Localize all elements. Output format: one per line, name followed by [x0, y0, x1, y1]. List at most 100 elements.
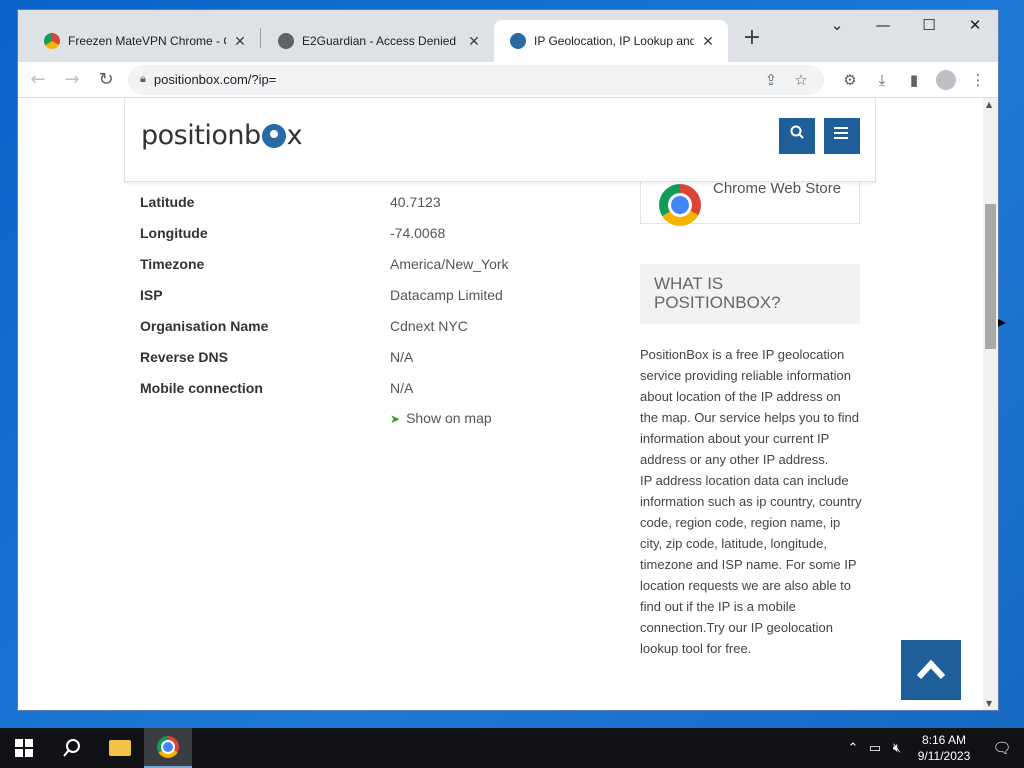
menu-kebab-icon[interactable]: ⋮ [962, 71, 994, 89]
what-is-heading-box: WHAT IS POSITIONBOX? [640, 264, 860, 324]
network-icon[interactable]: ▭ [864, 740, 886, 756]
site-header: positionb x [124, 98, 876, 182]
row-label: Reverse DNS [140, 349, 228, 365]
table-row: Latitude 40.7123 [140, 194, 560, 225]
close-tab-icon[interactable]: ✕ [232, 33, 248, 50]
share-icon[interactable]: ⇪ [756, 71, 786, 89]
table-row: Organisation Name Cdnext NYC [140, 318, 560, 349]
table-row: ISP Datacamp Limited [140, 287, 560, 318]
minimize-button[interactable]: — [860, 10, 906, 42]
url-text[interactable]: positionbox.com/?ip= [154, 72, 277, 87]
location-arrow-icon: ➤ [390, 412, 401, 426]
profile-avatar-icon[interactable] [936, 69, 956, 90]
search-taskbar-button[interactable] [48, 728, 96, 768]
logo-text-left: positionb [141, 120, 261, 151]
web-page: positionb x Latitude 40.7123 Longitude -7… [18, 98, 983, 710]
side-panel-icon[interactable]: ▮ [898, 71, 930, 89]
row-value: N/A [390, 349, 414, 365]
search-button[interactable] [779, 118, 815, 154]
browser-window: Freezen MateVPN Chrome - Chr ✕ E2Guardia… [18, 10, 998, 710]
address-bar[interactable]: 🔒︎ positionbox.com/?ip= ⇪ ☆ [128, 64, 824, 95]
download-icon[interactable]: ⤓ [866, 71, 898, 89]
chrome-taskbar-button[interactable] [144, 728, 192, 768]
row-value: -74.0068 [390, 225, 446, 241]
chevron-up-icon[interactable]: ⌃ [842, 740, 864, 756]
page-scrollbar[interactable]: ▲ ▼ [983, 98, 998, 710]
show-on-map-label[interactable]: Show on map [406, 410, 492, 426]
row-value: 40.7123 [390, 194, 441, 210]
row-label: Organisation Name [140, 318, 269, 334]
scroll-up-arrow-icon[interactable]: ▲ [986, 100, 992, 109]
table-row: Timezone America/New_York [140, 256, 560, 287]
scrollbar-thumb[interactable] [985, 204, 996, 349]
start-button[interactable] [0, 728, 48, 768]
hamburger-icon [834, 127, 848, 139]
tab-title: Freezen MateVPN Chrome - Chr [68, 34, 226, 48]
scroll-down-arrow-icon[interactable]: ▼ [986, 699, 992, 708]
tab-search-chevron-icon[interactable]: ⌄ [814, 10, 860, 42]
clock[interactable]: 8:16 AM 9/11/2023 [908, 732, 980, 764]
positionbox-logo[interactable]: positionb x [141, 120, 303, 151]
table-row: Mobile connection N/A [140, 380, 560, 411]
omnibox-actions: ⇪ ☆ [756, 65, 816, 95]
globe-icon [278, 33, 294, 49]
toolbar-actions: ⚙ ⤓ ▮ ⋮ [834, 69, 994, 90]
menu-button[interactable] [824, 118, 860, 154]
maximize-button[interactable]: ☐ [906, 10, 952, 42]
logo-text-right: x [286, 120, 303, 151]
positionbox-pin-icon [510, 33, 526, 49]
tab-separator [260, 28, 261, 48]
heading-line-2: POSITIONBOX? [654, 293, 781, 312]
chrome-icon [157, 736, 179, 758]
row-label: Longitude [140, 225, 208, 241]
clock-time: 8:16 AM [921, 733, 967, 747]
new-tab-button[interactable]: + [738, 24, 766, 52]
cws-label: Chrome Web Store [713, 180, 842, 197]
windows-logo-icon [15, 739, 33, 757]
folder-icon [109, 740, 131, 756]
close-tab-icon[interactable]: ✕ [466, 33, 482, 50]
close-tab-icon[interactable]: ✕ [700, 33, 716, 50]
description-paragraph: IP address location data can include inf… [640, 473, 862, 656]
volume-muted-icon[interactable]: 🔇︎ [886, 740, 908, 756]
lock-icon[interactable]: 🔒︎ [140, 73, 146, 86]
chrome-logo-icon [659, 184, 701, 226]
tab-strip: Freezen MateVPN Chrome - Chr ✕ E2Guardia… [18, 10, 998, 62]
close-window-button[interactable]: ✕ [952, 10, 998, 42]
taskbar: ⌃ ▭ 🔇︎ 8:16 AM 9/11/2023 🗨︎ [0, 728, 1024, 768]
chevron-up-icon [916, 659, 946, 680]
tab-title: IP Geolocation, IP Lookup and R [534, 34, 694, 48]
tab-e2guardian[interactable]: E2Guardian - Access Denied ✕ [262, 20, 494, 62]
browser-toolbar: ← → ↻ 🔒︎ positionbox.com/?ip= ⇪ ☆ ⚙ ⤓ ▮ … [18, 62, 998, 98]
row-value: Cdnext NYC [390, 318, 468, 334]
tab-title: E2Guardian - Access Denied [302, 34, 457, 48]
row-value: N/A [390, 380, 414, 396]
row-label: Timezone [140, 256, 205, 272]
search-icon [63, 739, 80, 757]
extensions-puzzle-icon[interactable]: ⚙ [834, 71, 866, 89]
heading-line-1: WHAT IS [654, 274, 724, 293]
table-row: Reverse DNS N/A [140, 349, 560, 380]
chrome-store-icon [44, 33, 60, 49]
bookmark-star-icon[interactable]: ☆ [786, 71, 816, 89]
location-pin-icon [261, 123, 286, 148]
description-paragraph: PositionBox is a free IP geolocation ser… [640, 347, 859, 467]
tab-positionbox[interactable]: IP Geolocation, IP Lookup and R ✕ [494, 20, 728, 62]
show-on-map-link[interactable]: ➤ Show on map [390, 410, 492, 426]
file-explorer-button[interactable] [96, 728, 144, 768]
description-text: PositionBox is a free IP geolocation ser… [640, 344, 862, 659]
clock-date: 9/11/2023 [917, 749, 971, 763]
row-label: ISP [140, 287, 163, 303]
search-icon [790, 125, 804, 139]
scroll-to-top-button[interactable] [901, 640, 961, 700]
reload-icon[interactable]: ↻ [92, 66, 120, 94]
tab-freezen[interactable]: Freezen MateVPN Chrome - Chr ✕ [28, 20, 260, 62]
back-arrow-icon[interactable]: ← [24, 66, 52, 94]
row-value: America/New_York [390, 256, 509, 272]
notification-icon[interactable]: 🗨︎ [980, 739, 1024, 757]
forward-arrow-icon[interactable]: → [58, 66, 86, 94]
system-tray: ⌃ ▭ 🔇︎ 8:16 AM 9/11/2023 🗨︎ [842, 728, 1024, 768]
row-label: Latitude [140, 194, 195, 210]
row-label: Mobile connection [140, 380, 263, 396]
row-value: Datacamp Limited [390, 287, 503, 303]
